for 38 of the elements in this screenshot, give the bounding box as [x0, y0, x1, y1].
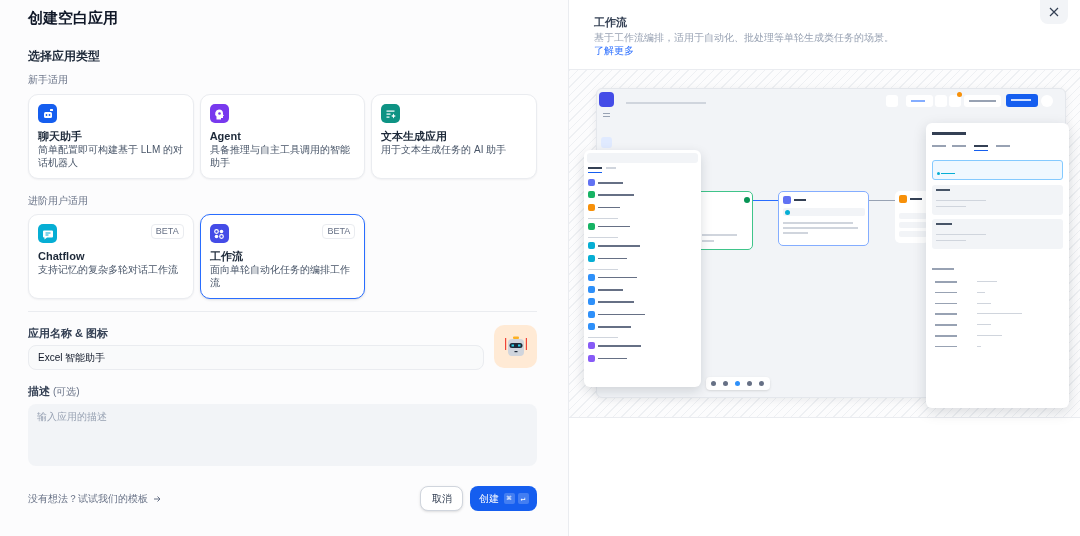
group-label: 进阶用户适用	[28, 194, 89, 208]
field-label: 应用名称 & 图标	[28, 326, 110, 341]
create-button[interactable]: 创建 ⌘ ↵	[470, 486, 537, 511]
card-title: Chatflow	[38, 249, 86, 263]
card-title: 文本生成应用	[381, 129, 449, 143]
card-description: 用于文本生成任务的 AI 助手	[381, 143, 508, 156]
preview-description: 基于工作流编排，适用于自动化、批处理等单轮生成类任务的场景。 了解更多	[594, 31, 895, 57]
close-button[interactable]	[1040, 0, 1068, 24]
app-icon-button[interactable]	[494, 325, 537, 368]
arrow-right-icon	[153, 494, 161, 503]
cancel-button[interactable]: 取消	[420, 486, 463, 511]
section-title: 选择应用类型	[28, 48, 101, 65]
preview-title: 工作流	[594, 15, 628, 30]
close-icon	[1049, 7, 1059, 17]
learn-more-link[interactable]: 了解更多	[594, 45, 634, 56]
shortcut-key: ↵	[517, 493, 529, 504]
field-label: 描述	[28, 384, 50, 399]
group-label: 新手适用	[28, 73, 69, 87]
app-type-card[interactable]: Agent 具备推理与自主工具调用的智能助手	[199, 94, 366, 179]
card-description: 简单配置即可构建基于 LLM 的对话机器人	[38, 143, 184, 169]
card-description: 面向单轮自动化任务的编排工作流	[209, 263, 351, 289]
app-type-card[interactable]: 聊天助手 简单配置即可构建基于 LLM 的对话机器人	[28, 94, 194, 179]
template-link[interactable]: 没有想法？试试我们的模板	[28, 491, 161, 506]
card-title: Agent	[209, 129, 242, 143]
app-type-card[interactable]: BETA Chatflow 支持记忆的复杂多轮对话工作流	[28, 214, 194, 299]
beta-badge: BETA	[150, 224, 184, 239]
name-input[interactable]: Excel 智能助手	[28, 345, 484, 370]
beta-badge: BETA	[322, 224, 356, 239]
app-type-card[interactable]: BETA 工作流 面向单轮自动化任务的编排工作流	[199, 214, 366, 299]
dialog-title: 创建空白应用	[28, 8, 119, 28]
card-description: 具备推理与自主工具调用的智能助手	[209, 143, 351, 169]
description-input[interactable]: 输入应用的描述	[28, 404, 537, 466]
shortcut-key: ⌘	[503, 493, 515, 504]
card-title: 聊天助手	[38, 129, 83, 143]
optional-hint: (可选)	[53, 385, 80, 399]
app-type-card[interactable]: 文本生成应用 用于文本生成任务的 AI 助手	[371, 94, 537, 179]
card-description: 支持记忆的复杂多轮对话工作流	[38, 263, 179, 276]
card-title: 工作流	[209, 249, 244, 263]
